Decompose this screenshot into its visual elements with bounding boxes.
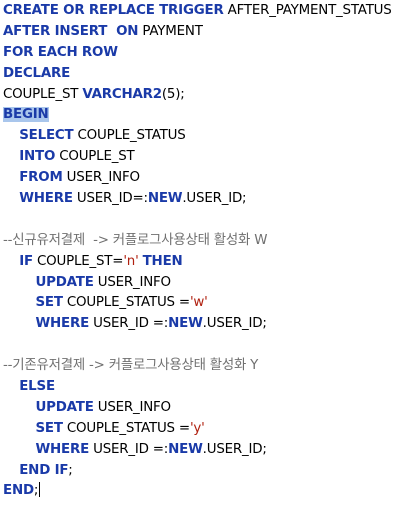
sql-keyword: UPDATE: [35, 399, 94, 415]
sql-keyword: SET: [35, 420, 63, 436]
string-literal: 'y': [189, 420, 205, 436]
selected-keyword: BEGIN: [3, 107, 49, 123]
text-cursor: [39, 482, 41, 498]
code-line[interactable]: IF COUPLE_ST='n' THEN: [3, 252, 417, 273]
code-line[interactable]: --신규유저결제 -> 커플로그사용상태 활성화 W: [3, 231, 417, 252]
sql-keyword: WHERE: [19, 191, 73, 207]
code-identifier: COUPLE_ST: [3, 86, 83, 102]
sql-keyword: THEN: [142, 253, 183, 269]
code-identifier: COUPLE_ST: [55, 149, 135, 165]
code-comment: --기존유저결제 -> 커플로그사용상태 활성화 Y: [3, 358, 259, 374]
code-identifier: COUPLE_ST=: [32, 253, 124, 269]
code-line[interactable]: SET COUPLE_STATUS ='y': [3, 419, 417, 440]
code-identifier: COUPLE_STATUS =: [62, 420, 190, 436]
code-identifier: .USER_ID;: [202, 316, 267, 332]
code-line[interactable]: UPDATE USER_INFO: [3, 398, 417, 419]
code-identifier: .USER_ID;: [202, 441, 267, 457]
code-identifier: USER_ID =:: [89, 316, 169, 332]
code-line[interactable]: WHERE USER_ID =:NEW.USER_ID;: [3, 314, 417, 335]
code-identifier: USER_INFO: [93, 399, 171, 415]
sql-keyword: SELECT: [19, 128, 74, 144]
code-line[interactable]: DECLARE: [3, 64, 417, 85]
code-identifier: USER_ID =:: [89, 441, 169, 457]
code-line[interactable]: COUPLE_ST VARCHAR2(5);: [3, 85, 417, 106]
code-identifier: (5);: [161, 86, 185, 102]
code-line[interactable]: --기존유저결제 -> 커플로그사용상태 활성화 Y: [3, 356, 417, 377]
code-identifier: COUPLE_STATUS: [73, 128, 186, 144]
code-line[interactable]: ELSE: [3, 377, 417, 398]
sql-keyword: FROM: [19, 170, 63, 186]
code-identifier: AFTER_PAYMENT_STATUS: [223, 3, 392, 18]
code-line[interactable]: SET COUPLE_STATUS ='w': [3, 293, 417, 314]
sql-keyword: INTO: [19, 149, 56, 165]
sql-keyword: FOR EACH ROW: [3, 44, 118, 60]
string-literal: 'n': [123, 253, 139, 269]
sql-keyword: END: [3, 483, 34, 499]
code-line[interactable]: END;: [3, 481, 417, 502]
string-literal: 'w': [189, 295, 208, 311]
sql-keyword: NEW: [147, 191, 183, 207]
sql-keyword: ELSE: [19, 379, 55, 395]
sql-keyword: SET: [35, 295, 63, 311]
sql-keyword: WHERE: [35, 316, 90, 332]
code-line[interactable]: WHERE USER_ID=:NEW.USER_ID;: [3, 189, 417, 210]
code-line[interactable]: CREATE OR REPLACE TRIGGER AFTER_PAYMENT_…: [3, 1, 417, 22]
code-line[interactable]: [3, 335, 417, 356]
sql-keyword: AFTER INSERT ON: [3, 23, 139, 39]
sql-code-editor[interactable]: CREATE OR REPLACE TRIGGER AFTER_PAYMENT_…: [3, 1, 417, 502]
code-identifier: USER_INFO: [62, 170, 140, 186]
code-line[interactable]: AFTER INSERT ON PAYMENT: [3, 22, 417, 43]
sql-keyword: IF: [19, 253, 33, 269]
code-line[interactable]: WHERE USER_ID =:NEW.USER_ID;: [3, 440, 417, 461]
code-identifier: ;: [68, 462, 73, 478]
code-identifier: USER_ID=:: [72, 191, 148, 207]
sql-keyword: DECLARE: [3, 65, 71, 81]
code-line[interactable]: END IF;: [3, 461, 417, 482]
code-line[interactable]: INTO COUPLE_ST: [3, 147, 417, 168]
sql-keyword: VARCHAR2: [82, 86, 162, 102]
code-line[interactable]: BEGIN: [3, 105, 417, 126]
code-identifier: USER_INFO: [93, 274, 171, 290]
code-line[interactable]: SELECT COUPLE_STATUS: [3, 126, 417, 147]
code-line[interactable]: FROM USER_INFO: [3, 168, 417, 189]
code-line[interactable]: UPDATE USER_INFO: [3, 273, 417, 294]
sql-keyword: CREATE OR REPLACE TRIGGER: [3, 3, 224, 18]
code-identifier: ;: [33, 483, 39, 499]
sql-keyword: END IF: [19, 462, 69, 478]
sql-keyword: NEW: [168, 316, 203, 332]
sql-keyword: NEW: [168, 441, 203, 457]
code-line[interactable]: [3, 210, 417, 231]
sql-keyword: UPDATE: [35, 274, 94, 290]
sql-keyword: WHERE: [35, 441, 90, 457]
code-identifier: COUPLE_STATUS =: [62, 295, 190, 311]
code-line[interactable]: FOR EACH ROW: [3, 43, 417, 64]
code-comment: --신규유저결제 -> 커플로그사용상태 활성화 W: [3, 232, 268, 248]
code-identifier: .USER_ID;: [182, 191, 247, 207]
code-identifier: PAYMENT: [138, 23, 203, 39]
